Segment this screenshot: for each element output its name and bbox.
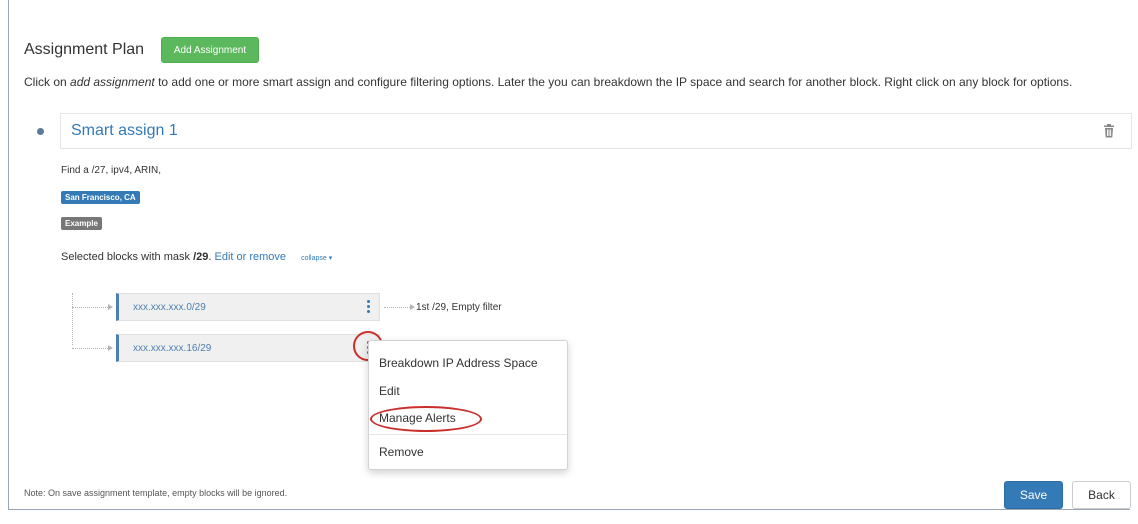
- panel-border-bottom: [8, 509, 1130, 510]
- intro-text: Click on add assignment to add one or mo…: [24, 75, 1072, 89]
- selected-prefix: Selected blocks with mask: [61, 251, 194, 263]
- arrow-right-icon: [108, 304, 113, 310]
- save-button[interactable]: Save: [1004, 481, 1063, 509]
- smart-assign-title[interactable]: Smart assign 1: [71, 122, 178, 140]
- tree-connector-vertical: [72, 293, 74, 345]
- collapse-link[interactable]: collapse ▾: [301, 255, 332, 262]
- location-label: San Francisco, CA: [61, 191, 140, 204]
- tree-connector-1: [72, 307, 110, 308]
- page-title: Assignment Plan: [24, 41, 145, 58]
- mask-value: /29: [193, 251, 209, 263]
- intro-prefix: Click on: [24, 75, 71, 89]
- ip-block[interactable]: xxx.xxx.xxx.0/29: [116, 293, 380, 321]
- footer-note: Note: On save assignment template, empty…: [24, 488, 288, 498]
- menu-item-edit[interactable]: Edit: [379, 384, 400, 398]
- block-result-text: 1st /29, Empty filter: [416, 302, 502, 313]
- find-criteria-text: Find a /27, ipv4, ARIN,: [61, 165, 162, 176]
- smart-assign-panel: Smart assign 1: [60, 113, 1132, 149]
- ip-block[interactable]: xxx.xxx.xxx.16/29: [116, 334, 380, 362]
- ip-block-label: xxx.xxx.xxx.16/29: [133, 343, 212, 354]
- trash-icon[interactable]: [1103, 124, 1115, 138]
- arrow-right-icon: [410, 304, 415, 310]
- menu-item-breakdown[interactable]: Breakdown IP Address Space: [379, 356, 538, 370]
- tag-label: Example: [61, 217, 102, 230]
- selected-suffix: .: [208, 251, 212, 263]
- menu-divider: [369, 434, 567, 435]
- panel-border-left: [8, 0, 9, 510]
- arrow-right-icon: [108, 345, 113, 351]
- kebab-menu-icon[interactable]: [367, 300, 371, 314]
- annotation-circle: [370, 406, 482, 432]
- menu-item-remove[interactable]: Remove: [379, 445, 424, 459]
- tree-connector-2: [72, 348, 110, 349]
- ip-block-label: xxx.xxx.xxx.0/29: [133, 302, 206, 313]
- edit-remove-link[interactable]: Edit or remove: [214, 251, 286, 263]
- intro-emphasis: add assignment: [70, 75, 155, 89]
- intro-suffix: to add one or more smart assign and conf…: [154, 75, 1073, 89]
- selected-blocks-line: Selected blocks with mask /29. Edit or r…: [61, 251, 332, 263]
- add-assignment-button[interactable]: Add Assignment: [161, 37, 259, 63]
- list-bullet: [37, 128, 44, 135]
- context-menu: Breakdown IP Address Space Edit Manage A…: [368, 340, 568, 470]
- back-button[interactable]: Back: [1072, 481, 1131, 509]
